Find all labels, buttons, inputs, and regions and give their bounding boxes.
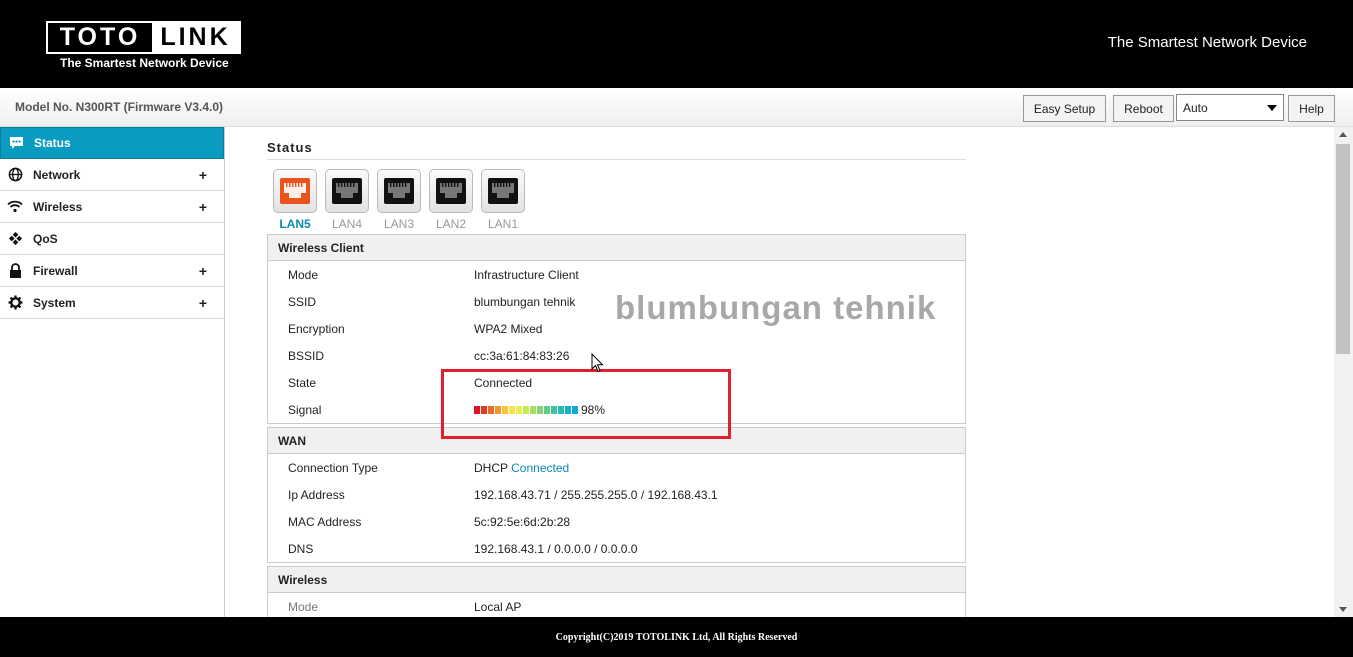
sidebar-item-firewall[interactable]: Firewall + (0, 255, 224, 287)
port-lan2[interactable]: LAN2 (425, 169, 477, 231)
totolink-logo[interactable]: TOTO LINK (46, 21, 241, 54)
reboot-button[interactable]: Reboot (1113, 95, 1174, 122)
sidebar-item-label: Firewall (33, 263, 78, 278)
row-value: cc:3a:61:84:83:26 (474, 348, 570, 363)
sidebar-item-label: Wireless (33, 199, 83, 214)
sidebar-item-label: QoS (33, 231, 58, 246)
row-label: Mode (288, 599, 319, 614)
sidebar-item-qos[interactable]: QoS (0, 223, 224, 255)
logo-text-right: LINK (152, 23, 239, 52)
ethernet-port-icon (377, 169, 421, 213)
table-row: Mode Infrastructure Client (268, 261, 965, 288)
ethernet-port-icon (481, 169, 525, 213)
row-label: MAC Address (288, 514, 362, 529)
wireless-panel: Wireless Mode Local AP (267, 566, 966, 617)
ethernet-port-icon (429, 169, 473, 213)
qos-icon (7, 231, 23, 247)
port-label: LAN5 (279, 217, 311, 231)
easy-setup-button[interactable]: Easy Setup (1023, 95, 1106, 122)
annotation-highlight-box (441, 369, 731, 439)
scrollbar[interactable] (1334, 127, 1353, 617)
port-lan1[interactable]: LAN1 (477, 169, 529, 231)
scroll-up-icon[interactable] (1339, 132, 1347, 137)
row-label: DNS (288, 541, 314, 556)
connection-type: DHCP (474, 460, 508, 475)
wan-panel: WAN Connection Type DHCP Connected Ip Ad… (267, 427, 966, 563)
expand-plus-icon[interactable]: + (199, 295, 207, 311)
sidebar-item-status[interactable]: Status (0, 127, 224, 159)
sidebar: Status Network + Wireless + QoS Firewall… (0, 127, 225, 617)
table-row: DNS 192.168.43.1 / 0.0.0.0 / 0.0.0.0 (268, 535, 965, 562)
panel-title: Wireless (268, 567, 965, 593)
port-label: LAN2 (435, 217, 467, 231)
row-value: 192.168.43.71 / 255.255.255.0 / 192.168.… (474, 487, 718, 502)
row-label: Encryption (288, 321, 345, 336)
expand-plus-icon[interactable]: + (199, 167, 207, 183)
language-select-value: Auto (1183, 100, 1208, 115)
chevron-down-icon (1267, 104, 1277, 111)
row-value: Local AP (474, 599, 522, 614)
port-lan5[interactable]: LAN5 (269, 169, 321, 231)
mouse-cursor-icon (591, 352, 604, 376)
table-row: Ip Address 192.168.43.71 / 255.255.255.0… (268, 481, 965, 508)
port-label: LAN4 (331, 217, 363, 231)
scrollbar-thumb[interactable] (1336, 144, 1350, 354)
help-button[interactable]: Help (1288, 95, 1335, 122)
table-row: MAC Address 5c:92:5e:6d:2b:28 (268, 508, 965, 535)
table-row: Connection Type DHCP Connected (268, 454, 965, 481)
footer: Copyright(C)2019 TOTOLINK Ltd, All Right… (0, 617, 1353, 657)
globe-icon (7, 167, 23, 183)
row-value: 192.168.43.1 / 0.0.0.0 / 0.0.0.0 (474, 541, 638, 556)
wifi-icon (7, 199, 23, 215)
row-label: Connection Type (288, 460, 378, 475)
chat-bubble-icon (8, 135, 24, 151)
table-row: BSSID cc:3a:61:84:83:26 (268, 342, 965, 369)
row-label: Ip Address (288, 487, 345, 502)
port-lan4[interactable]: LAN4 (321, 169, 373, 231)
row-value: blumbungan tehnik (474, 294, 576, 309)
page-title: Status (267, 140, 313, 155)
gear-icon (7, 295, 23, 311)
sidebar-item-network[interactable]: Network + (0, 159, 224, 191)
copyright-text: Copyright(C)2019 TOTOLINK Ltd, All Right… (555, 631, 798, 643)
sidebar-item-system[interactable]: System + (0, 287, 224, 319)
divider (267, 159, 966, 160)
sidebar-item-wireless[interactable]: Wireless + (0, 191, 224, 223)
expand-plus-icon[interactable]: + (199, 199, 207, 215)
port-label: LAN1 (487, 217, 519, 231)
sidebar-item-label: Status (34, 136, 71, 150)
row-label: BSSID (288, 348, 325, 363)
row-label: Mode (288, 267, 319, 282)
port-label: LAN3 (383, 217, 415, 231)
row-value: 5c:92:5e:6d:2b:28 (474, 514, 571, 529)
row-value: DHCP Connected (474, 461, 569, 475)
toolbar: Model No. N300RT (Firmware V3.4.0) Easy … (0, 88, 1353, 127)
logo-text-left: TOTO (59, 23, 141, 51)
watermark-text: blumbungan tehnik (615, 289, 937, 326)
lock-icon (7, 263, 23, 279)
row-value: Infrastructure Client (474, 267, 579, 282)
row-label: SSID (288, 294, 317, 309)
scroll-down-icon[interactable] (1339, 607, 1347, 612)
ethernet-port-icon (325, 169, 369, 213)
header-tagline: The Smartest Network Device (1107, 34, 1307, 51)
logo-subtitle: The Smartest Network Device (60, 56, 229, 70)
header: TOTO LINK The Smartest Network Device Th… (0, 0, 1353, 88)
main-content: Status LAN5 LAN4 LAN3 LAN2 LAN1 Wireless… (226, 127, 1334, 617)
expand-plus-icon[interactable]: + (199, 263, 207, 279)
panel-title: Wireless Client (268, 235, 965, 261)
port-lan3[interactable]: LAN3 (373, 169, 425, 231)
connection-status: Connected (511, 460, 570, 475)
ethernet-port-active-icon (273, 169, 317, 213)
table-row: Mode Local AP (268, 593, 965, 617)
language-select[interactable]: Auto (1176, 94, 1284, 121)
row-value: WPA2 Mixed (474, 321, 543, 336)
sidebar-item-label: System (33, 295, 76, 310)
lan-ports: LAN5 LAN4 LAN3 LAN2 LAN1 (269, 169, 529, 231)
model-info: Model No. N300RT (Firmware V3.4.0) (15, 100, 224, 114)
sidebar-item-label: Network (33, 167, 81, 182)
